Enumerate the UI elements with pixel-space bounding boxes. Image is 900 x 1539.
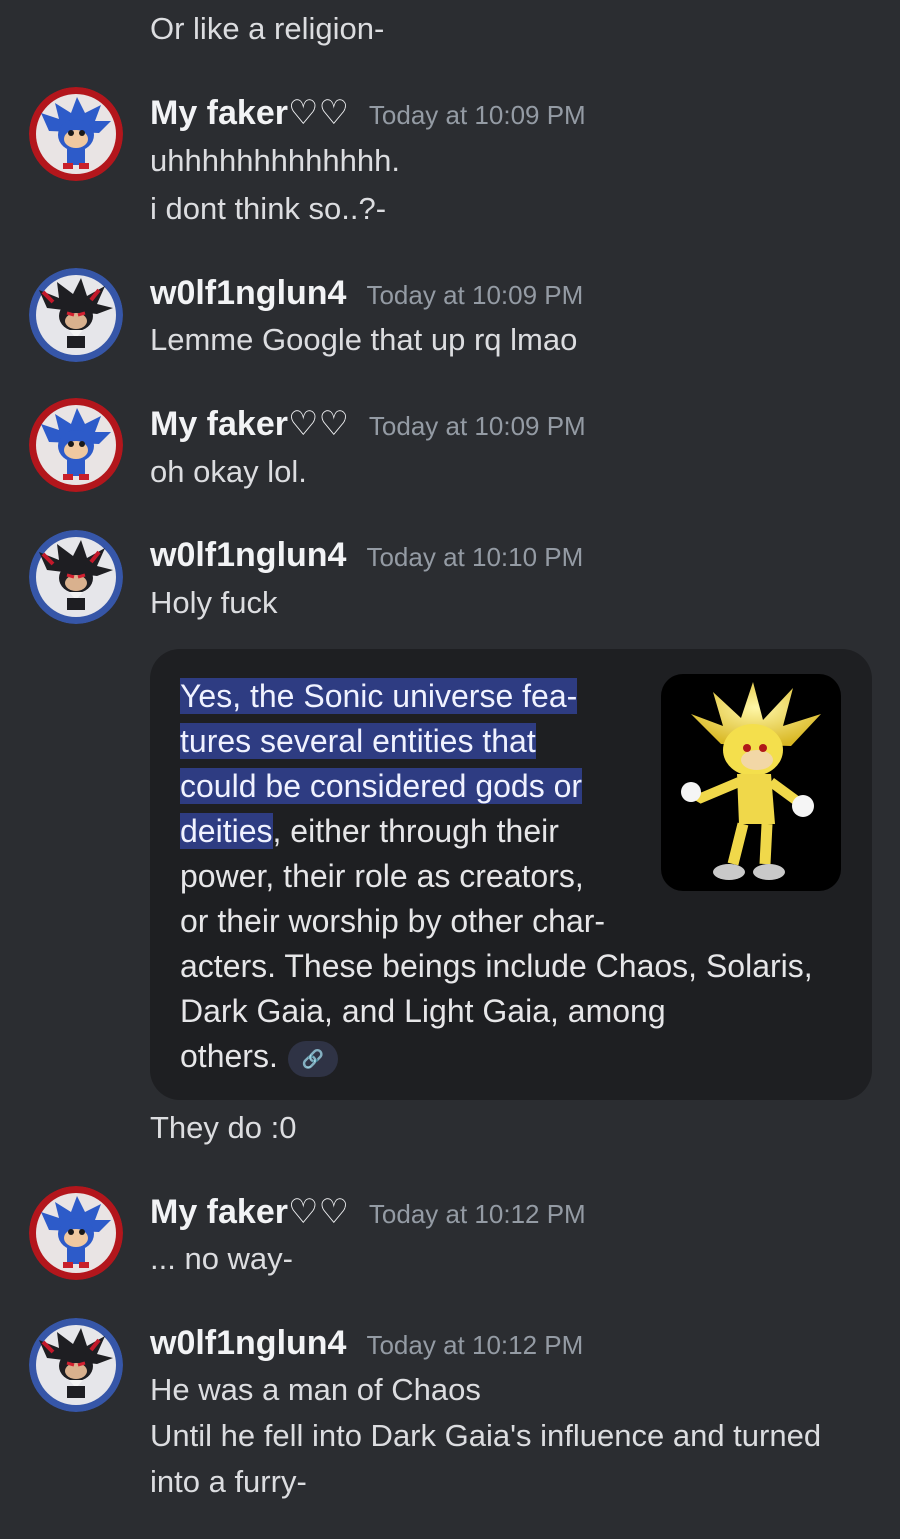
message-text: He was a man of Chaos: [150, 1372, 481, 1407]
timestamp: Today at 10:09 PM: [366, 280, 584, 310]
highlighted-text: Yes, the Sonic universe fea-: [180, 678, 578, 714]
timestamp: Today at 10:10 PM: [366, 542, 584, 572]
timestamp: Today at 10:12 PM: [368, 1199, 586, 1229]
username[interactable]: w0lf1nglun4: [150, 536, 346, 575]
message-text: Or like a religion-: [150, 11, 385, 46]
message-header: My faker♡♡ Today at 10:12 PM: [150, 1192, 586, 1232]
avatar-w0lf1nglun4[interactable]: [29, 530, 123, 624]
timestamp: Today at 10:09 PM: [368, 100, 586, 130]
message-text: Lemme Google that up rq lmao: [150, 322, 578, 357]
embed-line: or their worship by other char-: [180, 903, 606, 939]
message-text: oh okay lol.: [150, 454, 307, 489]
message-header: w0lf1nglun4 Today at 10:09 PM: [150, 274, 583, 313]
avatar-w0lf1nglun4[interactable]: [29, 268, 123, 362]
username[interactable]: My faker♡♡: [150, 404, 349, 444]
message-text: Until he fell into Dark Gaia's influence…: [150, 1418, 822, 1453]
link-icon[interactable]: 🔗: [287, 1040, 338, 1077]
highlighted-text: deities: [180, 813, 273, 849]
embed-line: others.: [180, 1038, 278, 1074]
embed-line: , either through their: [272, 813, 559, 849]
message-header: My faker♡♡ Today at 10:09 PM: [150, 93, 586, 133]
image-attachment[interactable]: Yes, the Sonic universe fea- tures sever…: [150, 649, 872, 1100]
message-text: They do :0: [150, 1110, 297, 1145]
message-text: Holy fuck: [150, 585, 278, 620]
username[interactable]: w0lf1nglun4: [150, 274, 346, 313]
message-text: i dont think so..?-: [150, 191, 387, 226]
timestamp: Today at 10:09 PM: [368, 411, 586, 441]
message-text: ... no way-: [150, 1241, 293, 1276]
avatar-my-faker[interactable]: [29, 1186, 123, 1280]
username[interactable]: w0lf1nglun4: [150, 1324, 346, 1363]
message-header: w0lf1nglun4 Today at 10:10 PM: [150, 536, 583, 575]
super-sonic-image: [661, 674, 841, 891]
embed-line: Dark Gaia, and Light Gaia, among: [180, 993, 666, 1029]
highlighted-text: tures several entities that: [180, 723, 536, 759]
message-header: w0lf1nglun4 Today at 10:12 PM: [150, 1324, 583, 1363]
message-header: My faker♡♡ Today at 10:09 PM: [150, 404, 586, 444]
highlighted-text: could be considered gods or: [180, 768, 583, 804]
avatar-w0lf1nglun4[interactable]: [29, 1318, 123, 1412]
avatar-my-faker[interactable]: [29, 87, 123, 181]
avatar-my-faker[interactable]: [29, 398, 123, 492]
message-text: uhhhhhhhhhhhhh.: [150, 143, 400, 178]
message-text: into a furry-: [150, 1464, 307, 1499]
username[interactable]: My faker♡♡: [150, 93, 349, 133]
username[interactable]: My faker♡♡: [150, 1192, 349, 1232]
embed-line: acters. These beings include Chaos, Sola…: [180, 948, 813, 984]
timestamp: Today at 10:12 PM: [366, 1330, 584, 1360]
